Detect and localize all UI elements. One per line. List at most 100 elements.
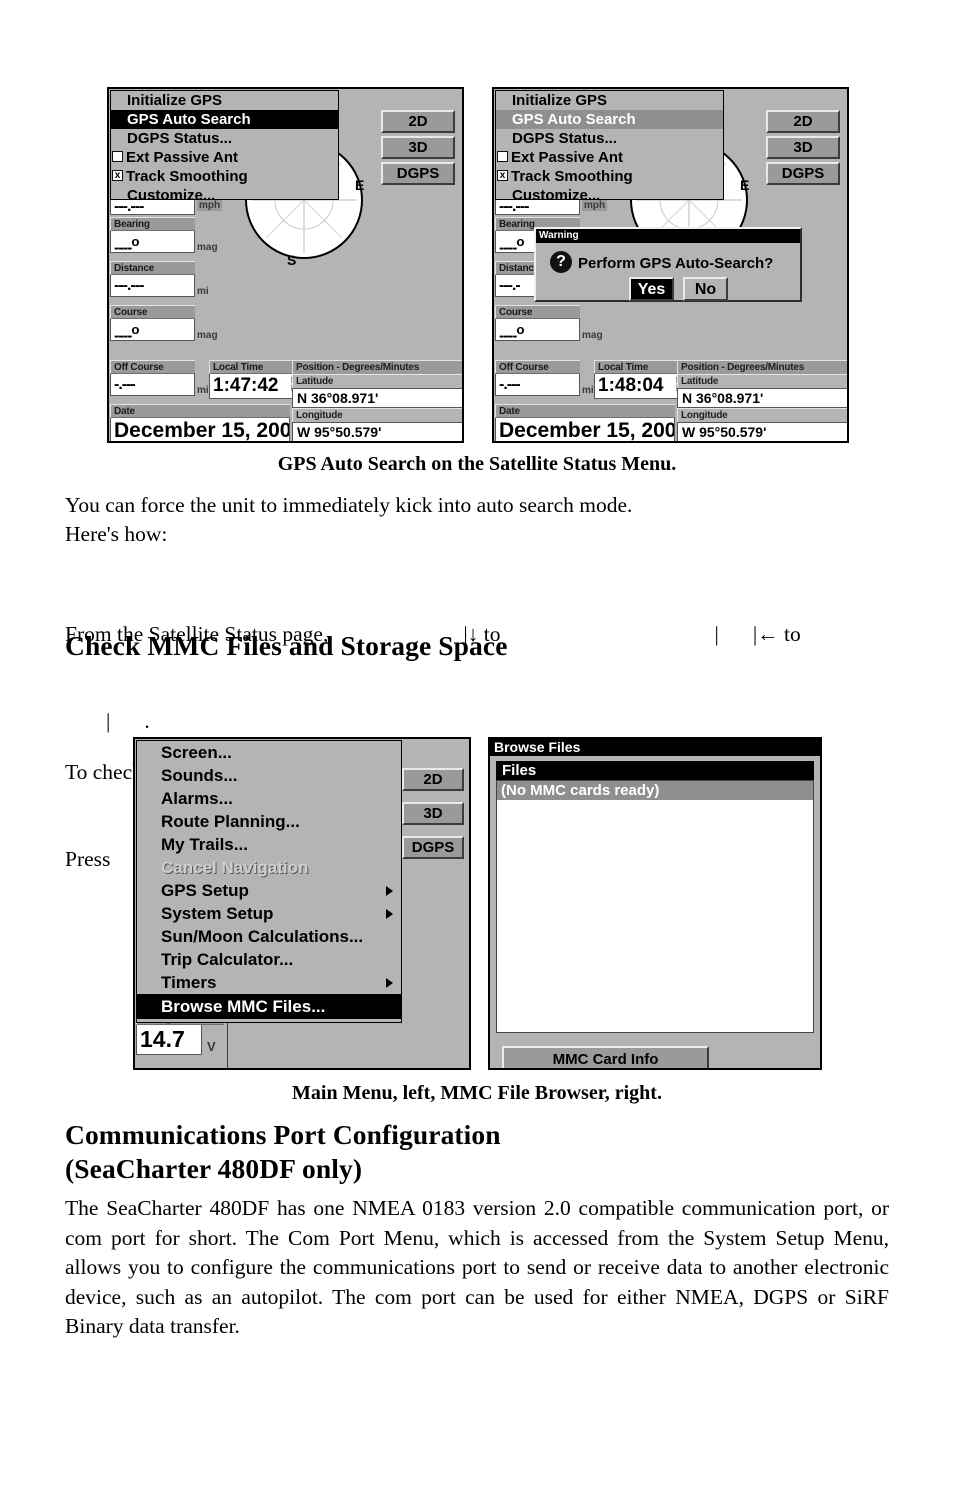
compass-label-east: E <box>355 177 365 193</box>
distance-field-left: Distance ---.--- <box>110 261 195 297</box>
menu-item-label: Sounds... <box>161 766 238 785</box>
date-label: Date <box>110 404 290 418</box>
satellite-status-screen-left: E S 2D 3D DGPS ---.--- mph Bearing ----o… <box>107 87 464 443</box>
menu-item-gps-auto-search[interactable]: GPS Auto Search <box>496 110 723 129</box>
gps-setup-menu-right[interactable]: Initialize GPS GPS Auto Search DGPS Stat… <box>495 90 724 204</box>
heading-check-mmc-files: Check MMC Files and Storage Space <box>65 630 508 661</box>
bearing-degree-sup: o <box>131 234 140 249</box>
menu-item-label: My Trails... <box>161 835 248 854</box>
press-label: Press <box>65 847 111 871</box>
main-menu-popup[interactable]: Screen... Sounds... Alarms... Route Plan… <box>136 740 402 1023</box>
menu-item-initialize-gps[interactable]: Initialize GPS <box>111 91 338 110</box>
bearing-label: Bearing <box>110 217 195 231</box>
checkbox-unchecked-icon[interactable] <box>112 151 123 162</box>
menu-item-dgps-status[interactable]: DGPS Status... <box>111 129 338 148</box>
submenu-arrow-icon <box>386 978 393 988</box>
menu-item-ext-passive-ant[interactable]: Ext Passive Ant <box>111 148 338 167</box>
gps-auto-search-warning-dialog[interactable]: Warning ? Perform GPS Auto-Search? Yes N… <box>534 227 802 302</box>
main-menu-item-sun-moon-calculations[interactable]: Sun/Moon Calculations... <box>137 925 401 948</box>
nav-button-2d[interactable]: 2D <box>381 110 455 133</box>
position-panel-left: Position - Degrees/Minutes Latitude N 36… <box>292 360 462 441</box>
nav-button-dgps[interactable]: DGPS <box>766 162 840 185</box>
course-field-right: Course ----o <box>495 305 580 341</box>
nav-button-dgps[interactable]: DGPS <box>402 836 464 859</box>
menu-item-label: Sun/Moon Calculations... <box>161 927 364 946</box>
off-course-unit: mi <box>197 385 209 396</box>
menu-item-label: Customize... <box>512 187 601 204</box>
longitude-value: W 95°50.579' <box>677 422 847 441</box>
browser-section-files: Files <box>496 761 814 780</box>
off-course-label: Off Course <box>495 360 580 374</box>
position-panel-right: Position - Degrees/Minutes Latitude N 36… <box>677 360 847 441</box>
menu-item-label: Customize... <box>127 187 216 204</box>
menu-item-label: DGPS Status... <box>512 130 618 147</box>
latitude-label: Latitude <box>677 374 847 388</box>
off-course-value: -.--- <box>114 376 136 393</box>
browser-empty-row[interactable]: (No MMC cards ready) <box>497 781 813 800</box>
date-value: December 15, 2003 <box>499 419 675 442</box>
menu-item-label: Ext Passive Ant <box>511 149 623 166</box>
main-menu-item-timers[interactable]: Timers <box>137 971 401 994</box>
main-menu-item-my-trails[interactable]: My Trails... <box>137 833 401 856</box>
main-menu-item-alarms[interactable]: Alarms... <box>137 787 401 810</box>
nav-button-3d[interactable]: 3D <box>766 136 840 159</box>
off-course-label: Off Course <box>110 360 195 374</box>
menu-item-label: GPS Auto Search <box>512 111 636 128</box>
bearing-degree-sup: o <box>516 234 525 249</box>
gps-setup-menu-left[interactable]: Initialize GPS GPS Auto Search DGPS Stat… <box>110 90 339 204</box>
distance-unit: mi <box>197 286 209 297</box>
dialog-title: Warning <box>536 229 800 243</box>
off-course-field-left: Off Course -.--- <box>110 360 195 396</box>
nav-button-3d[interactable]: 3D <box>402 802 464 825</box>
figure2-caption: Main Menu, left, MMC File Browser, right… <box>292 1082 662 1104</box>
latitude-value: N 36°08.971' <box>292 388 462 408</box>
nav-button-dgps[interactable]: DGPS <box>381 162 455 185</box>
date-field-left: Date December 15, 2003 <box>110 404 290 441</box>
longitude-label: Longitude <box>292 408 462 422</box>
nav-button-2d[interactable]: 2D <box>766 110 840 133</box>
dialog-yes-button[interactable]: Yes <box>629 277 674 301</box>
menu-item-ext-passive-ant[interactable]: Ext Passive Ant <box>496 148 723 167</box>
nav-button-3d[interactable]: 3D <box>381 136 455 159</box>
nav-button-2d[interactable]: 2D <box>402 768 464 791</box>
menu-item-label: Cancel Navigation <box>161 858 309 877</box>
menu-item-track-smoothing[interactable]: x Track Smoothing <box>111 167 338 186</box>
course-value: ---- <box>499 327 517 341</box>
course-label: Course <box>495 305 580 319</box>
main-menu-item-trip-calculator[interactable]: Trip Calculator... <box>137 948 401 971</box>
main-menu-item-system-setup[interactable]: System Setup <box>137 902 401 925</box>
main-menu-item-sounds[interactable]: Sounds... <box>137 764 401 787</box>
menu-item-gps-auto-search[interactable]: GPS Auto Search <box>111 110 338 129</box>
dialog-no-button[interactable]: No <box>683 277 728 301</box>
mmc-card-info-button[interactable]: MMC Card Info <box>502 1046 709 1068</box>
heading-line-2: (SeaCharter 480DF only) <box>65 1153 363 1184</box>
browser-title: Browse Files <box>490 739 820 756</box>
menu-item-customize[interactable]: Customize... <box>496 186 723 205</box>
heading-line-1: Communications Port Configuration <box>65 1119 501 1150</box>
main-menu-item-route-planning[interactable]: Route Planning... <box>137 810 401 833</box>
menu-item-label: Track Smoothing <box>511 168 633 185</box>
main-menu-item-cancel-navigation: Cancel Navigation <box>137 856 401 879</box>
menu-item-label: Screen... <box>161 743 232 762</box>
latitude-value: N 36°08.971' <box>677 388 847 408</box>
latitude-label: Latitude <box>292 374 462 388</box>
main-menu-item-screen[interactable]: Screen... <box>137 741 401 764</box>
browser-body: Files (No MMC cards ready) MMC Card Info <box>496 761 814 1068</box>
paragraph-auto-search-intro: You can force the unit to immediately ki… <box>65 491 889 549</box>
menu-item-label: Trip Calculator... <box>161 950 294 969</box>
menu-item-customize[interactable]: Customize... <box>111 186 338 205</box>
main-menu-item-browse-mmc-files[interactable]: Browse MMC Files... <box>137 994 401 1019</box>
menu-item-track-smoothing[interactable]: x Track Smoothing <box>496 167 723 186</box>
checkbox-checked-icon[interactable]: x <box>497 170 508 181</box>
menu-item-label: Track Smoothing <box>126 168 248 185</box>
menu-item-dgps-status[interactable]: DGPS Status... <box>496 129 723 148</box>
main-menu-item-gps-setup[interactable]: GPS Setup <box>137 879 401 902</box>
distance-value: ---.--- <box>114 277 144 294</box>
browser-file-list[interactable]: (No MMC cards ready) <box>496 780 814 1033</box>
menu-item-initialize-gps[interactable]: Initialize GPS <box>496 91 723 110</box>
date-label: Date <box>495 404 675 418</box>
date-field-right: Date December 15, 2003 <box>495 404 675 442</box>
checkbox-unchecked-icon[interactable] <box>497 151 508 162</box>
menu-item-label: Alarms... <box>161 789 233 808</box>
checkbox-checked-icon[interactable]: x <box>112 170 123 181</box>
